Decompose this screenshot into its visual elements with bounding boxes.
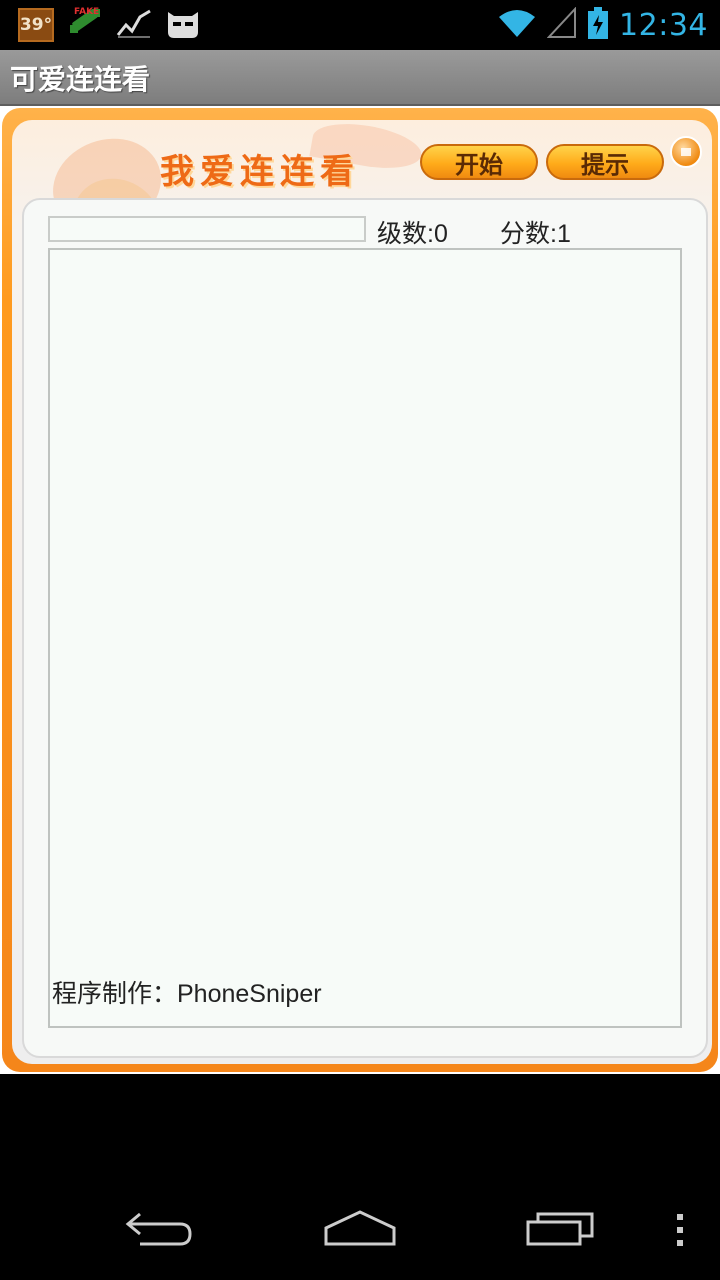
svg-text:FAKE: FAKE (74, 7, 99, 17)
score-label: 分数:1 (500, 220, 571, 248)
temperature-text: 39° (19, 15, 53, 35)
weather-icon: 39° (18, 8, 54, 42)
overflow-menu-icon (677, 1214, 683, 1246)
recents-button[interactable] (512, 1198, 608, 1258)
game-frame: 我爱连连看 开始 提示 级数:0 分数:1 程序制作：PhoneSniper (0, 106, 720, 1074)
status-bar: 39° FAKE 12:34 (0, 0, 720, 50)
home-icon (324, 1210, 396, 1246)
level-label: 级数:0 (377, 220, 448, 248)
game-logo: 我爱连连看 (160, 152, 360, 192)
overflow-menu-button[interactable] (668, 1210, 692, 1250)
activity-graph-icon (116, 7, 152, 43)
back-button[interactable] (112, 1198, 208, 1258)
hint-button[interactable]: 提示 (546, 144, 664, 180)
home-button[interactable] (312, 1198, 408, 1258)
fake-gps-icon: FAKE (66, 5, 104, 45)
start-button[interactable]: 开始 (420, 144, 538, 180)
back-icon (125, 1212, 192, 1246)
close-icon[interactable] (670, 136, 702, 168)
notification-icons: 39° FAKE (18, 7, 202, 43)
recents-icon (526, 1212, 594, 1246)
wifi-icon (497, 7, 537, 43)
credit-text: 程序制作：PhoneSniper (52, 980, 322, 1008)
game-board[interactable]: 程序制作：PhoneSniper (48, 248, 682, 1028)
signal-icon (546, 6, 577, 43)
system-icons: 12:34 (497, 0, 708, 50)
time-progress-bar (48, 216, 366, 242)
cyanogen-icon (164, 6, 202, 44)
battery-charging-icon (587, 7, 609, 43)
clock: 12:34 (619, 7, 708, 43)
navigation-bar (0, 1074, 720, 1280)
app-title: 可爱连连看 (10, 63, 151, 96)
app-title-bar: 可爱连连看 (0, 50, 720, 106)
